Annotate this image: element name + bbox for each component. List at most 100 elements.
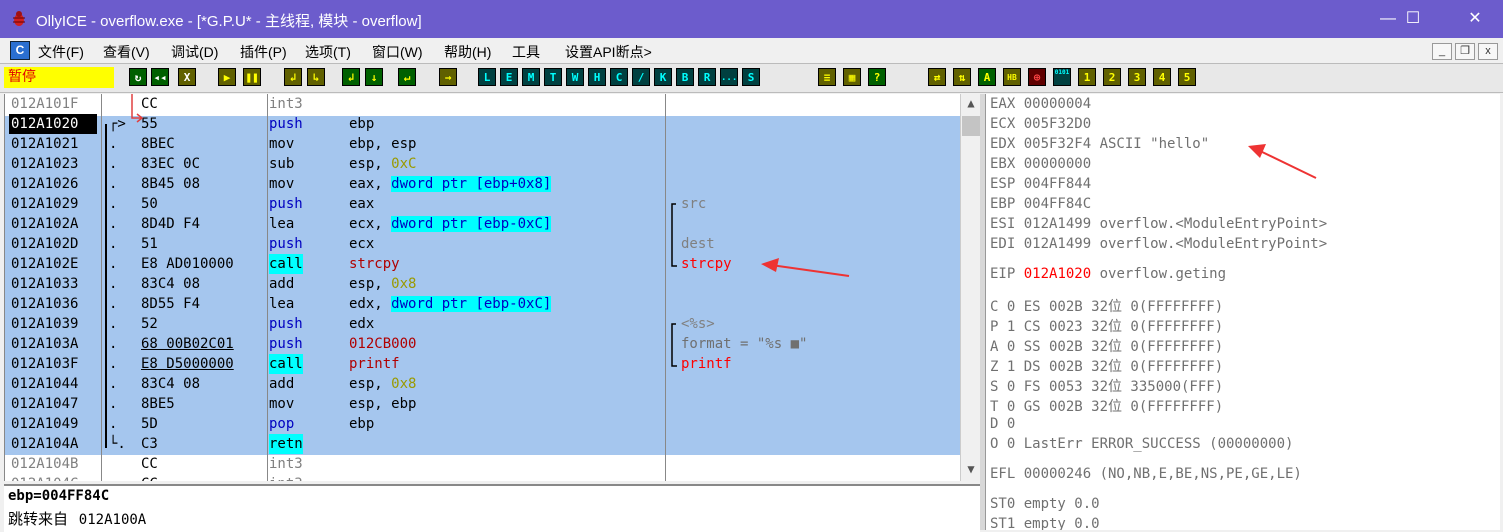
menu-plugins[interactable]: 插件(P): [240, 42, 287, 62]
menu-file[interactable]: 文件(F): [38, 42, 84, 62]
table-row[interactable]: 012A1029. 50 push eax src: [5, 194, 961, 214]
disassembly-pane[interactable]: 012A101F CC int3 012A1020 ┌> 55 push ebp 012A102…: [4, 94, 961, 481]
memory-window-button[interactable]: M: [522, 68, 540, 86]
rewind-icon[interactable]: ◂◂: [151, 68, 169, 86]
menu-options[interactable]: 选项(T): [305, 42, 351, 62]
menu-set-api-breakpoint[interactable]: 设置API断点>: [565, 42, 652, 62]
call-stack-window-button[interactable]: K: [654, 68, 672, 86]
table-row[interactable]: 012A1039. 52 push edx <%s>: [5, 314, 961, 334]
appearance-icon[interactable]: ≡: [818, 68, 836, 86]
close-program-icon[interactable]: X: [178, 68, 196, 86]
swap-vertical-icon[interactable]: ⇅: [953, 68, 971, 86]
register-st0[interactable]: ST0 empty 0.0: [990, 496, 1100, 512]
restart-icon[interactable]: ↻: [129, 68, 147, 86]
cpu-window-button[interactable]: C: [610, 68, 628, 86]
binary-icon[interactable]: 0101: [1053, 68, 1071, 86]
maximize-button[interactable]: ☐: [1390, 4, 1436, 34]
table-row[interactable]: 012A1044. 83C4 08 add esp, 0x8: [5, 374, 961, 394]
registers-pane[interactable]: EAX 00000004 ECX 005F32D0 EDX 005F32F4 A…: [985, 94, 1500, 530]
menu-tools[interactable]: 工具: [512, 42, 540, 62]
windows-window-button[interactable]: W: [566, 68, 584, 86]
table-row[interactable]: 012A1021. 8BEC mov ebp, esp: [5, 134, 961, 154]
scroll-thumb[interactable]: [962, 116, 980, 136]
register-esp[interactable]: ESP 004FF844: [990, 176, 1091, 192]
flag-row[interactable]: O 0 LastErr ERROR_SUCCESS (00000000): [990, 436, 1293, 452]
table-row[interactable]: 012A102A. 8D4D F4 lea ecx, dword ptr [ebp-0…: [5, 214, 961, 234]
bookmark-5-button[interactable]: 5: [1178, 68, 1196, 86]
swap-icon[interactable]: ⇄: [928, 68, 946, 86]
hardware-breakpoint-icon[interactable]: HB: [1003, 68, 1021, 86]
register-ecx[interactable]: ECX 005F32D0: [990, 116, 1091, 132]
flag-row[interactable]: D 0: [990, 416, 1015, 432]
register-eip[interactable]: EIP 012A1020 overflow.geting: [990, 266, 1226, 282]
table-row[interactable]: 012A103F. E8 D5000000 call printf printf: [5, 354, 961, 374]
target-icon[interactable]: ⊕: [1028, 68, 1046, 86]
app-menu-icon[interactable]: C: [10, 41, 30, 60]
help-icon[interactable]: ?: [868, 68, 886, 86]
flag-row[interactable]: S 0 FS 0053 32位 335000(FFF): [990, 376, 1223, 396]
trace-over-icon[interactable]: ↓: [365, 68, 383, 86]
table-row[interactable]: 012A1036. 8D55 F4 lea edx, dword ptr [ebp-0…: [5, 294, 961, 314]
register-ebx[interactable]: EBX 00000000: [990, 156, 1091, 172]
run-trace-window-button[interactable]: ...: [720, 68, 738, 86]
table-row[interactable]: 012A1026. 8B45 08 mov eax, dword ptr [ebp+0…: [5, 174, 961, 194]
register-st1[interactable]: ST1 empty 0.0: [990, 516, 1100, 530]
flag-row[interactable]: T 0 GS 002B 32位 0(FFFFFFFF): [990, 396, 1223, 416]
register-eax[interactable]: EAX 00000004: [990, 96, 1091, 112]
address-cell: 012A1023: [11, 156, 79, 172]
execute-till-return-icon[interactable]: ↵: [398, 68, 416, 86]
table-row[interactable]: 012A1020 ┌> 55 push ebp: [5, 114, 961, 134]
log-window-button[interactable]: L: [478, 68, 496, 86]
menu-help[interactable]: 帮助(H): [444, 42, 491, 62]
mdi-minimize-button[interactable]: _: [1432, 43, 1452, 60]
mdi-close-button[interactable]: x: [1478, 43, 1498, 60]
flag-row[interactable]: A 0 SS 002B 32位 0(FFFFFFFF): [990, 336, 1223, 356]
modules-window-button[interactable]: E: [500, 68, 518, 86]
pause-icon[interactable]: ❚❚: [243, 68, 261, 86]
scroll-down-icon[interactable]: ▼: [961, 462, 981, 476]
options-grid-icon[interactable]: ▦: [843, 68, 861, 86]
table-row[interactable]: 012A104B CC int3: [5, 454, 961, 474]
register-edx[interactable]: EDX 005F32F4 ASCII "hello": [990, 136, 1209, 152]
disassembly-scrollbar[interactable]: ▲ ▼: [960, 94, 981, 481]
tree-marker: .: [109, 376, 118, 392]
step-into-icon[interactable]: ↲: [284, 68, 302, 86]
register-esi[interactable]: ESI 012A1499 overflow.<ModuleEntryPoint>: [990, 216, 1327, 232]
table-row[interactable]: 012A1023. 83EC 0C sub esp, 0xC: [5, 154, 961, 174]
close-button[interactable]: ✕: [1452, 4, 1498, 34]
table-row[interactable]: 012A1047. 8BE5 mov esp, ebp: [5, 394, 961, 414]
bookmark-3-button[interactable]: 3: [1128, 68, 1146, 86]
table-row[interactable]: 012A104A └. C3 retn: [5, 434, 961, 454]
references-window-button[interactable]: R: [698, 68, 716, 86]
bookmark-4-button[interactable]: 4: [1153, 68, 1171, 86]
flag-row[interactable]: P 1 CS 0023 32位 0(FFFFFFFF): [990, 316, 1223, 336]
register-efl[interactable]: EFL 00000246 (NO,NB,E,BE,NS,PE,GE,LE): [990, 466, 1302, 482]
go-to-icon[interactable]: →: [439, 68, 457, 86]
table-row[interactable]: 012A104C CC int3: [5, 474, 961, 481]
table-row[interactable]: 012A103A. 68 00B02C01 push 012CB000 format =…: [5, 334, 961, 354]
flag-row[interactable]: Z 1 DS 002B 32位 0(FFFFFFFF): [990, 356, 1223, 376]
patches-window-button[interactable]: /: [632, 68, 650, 86]
source-window-button[interactable]: S: [742, 68, 760, 86]
table-row[interactable]: 012A1049. 5D pop ebp: [5, 414, 961, 434]
plugin-a-icon[interactable]: A: [978, 68, 996, 86]
trace-into-icon[interactable]: ↲: [342, 68, 360, 86]
menu-debug[interactable]: 调试(D): [171, 42, 218, 62]
threads-window-button[interactable]: T: [544, 68, 562, 86]
bookmark-2-button[interactable]: 2: [1103, 68, 1121, 86]
mdi-restore-button[interactable]: ❐: [1455, 43, 1475, 60]
tree-marker: .: [109, 156, 118, 172]
handles-window-button[interactable]: H: [588, 68, 606, 86]
menu-window[interactable]: 窗口(W): [372, 42, 423, 62]
menu-view[interactable]: 查看(V): [103, 42, 150, 62]
address-cell: 012A104C: [11, 474, 95, 481]
flag-row[interactable]: C 0 ES 002B 32位 0(FFFFFFFF): [990, 296, 1223, 316]
step-over-icon[interactable]: ↳: [307, 68, 325, 86]
bookmark-1-button[interactable]: 1: [1078, 68, 1096, 86]
scroll-up-icon[interactable]: ▲: [961, 96, 981, 110]
register-edi[interactable]: EDI 012A1499 overflow.<ModuleEntryPoint>: [990, 236, 1327, 252]
breakpoints-window-button[interactable]: B: [676, 68, 694, 86]
table-row[interactable]: 012A101F CC int3: [5, 94, 961, 114]
run-icon[interactable]: ▶: [218, 68, 236, 86]
register-ebp[interactable]: EBP 004FF84C: [990, 196, 1091, 212]
